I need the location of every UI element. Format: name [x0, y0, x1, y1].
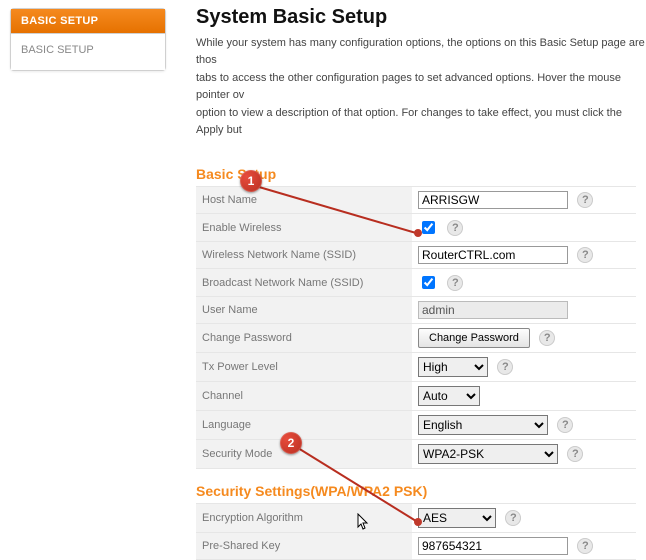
cursor-icon — [357, 513, 371, 536]
help-icon[interactable]: ? — [567, 446, 583, 462]
label-tx-power: Tx Power Level — [196, 353, 412, 382]
section-title-security: Security Settings(WPA/WPA2 PSK) — [196, 483, 646, 499]
callout-2: 2 — [280, 432, 302, 454]
label-broadcast-ssid: Broadcast Network Name (SSID) — [196, 269, 412, 297]
row-broadcast-ssid: Broadcast Network Name (SSID) ? — [196, 269, 636, 297]
callout-dot — [414, 518, 422, 526]
help-icon[interactable]: ? — [447, 275, 463, 291]
intro-line: While your system has many configuration… — [196, 35, 646, 68]
row-tx-power: Tx Power Level High ? — [196, 353, 636, 382]
tx-power-select[interactable]: High — [418, 357, 488, 377]
sidebar: BASIC SETUP BASIC SETUP — [10, 8, 166, 71]
label-language: Language — [196, 411, 412, 440]
label-user-name: User Name — [196, 297, 412, 324]
callout-1: 1 — [240, 170, 262, 192]
row-enable-wireless: Enable Wireless ? — [196, 214, 636, 242]
sidebar-item-basic-setup[interactable]: BASIC SETUP — [11, 34, 165, 70]
broadcast-ssid-checkbox[interactable] — [422, 276, 435, 289]
ssid-input[interactable] — [418, 246, 568, 264]
label-psk: Pre-Shared Key — [196, 533, 412, 560]
row-psk: Pre-Shared Key ? — [196, 533, 636, 560]
main-content: System Basic Setup While your system has… — [196, 6, 646, 560]
label-change-password: Change Password — [196, 324, 412, 353]
sidebar-tab-basic-setup[interactable]: BASIC SETUP — [11, 9, 165, 34]
row-host-name: Host Name ? — [196, 187, 636, 214]
label-enable-wireless: Enable Wireless — [196, 214, 412, 242]
row-change-password: Change Password Change Password ? — [196, 324, 636, 353]
row-ssid: Wireless Network Name (SSID) ? — [196, 242, 636, 269]
page-intro: While your system has many configuration… — [196, 35, 646, 138]
row-language: Language English ? — [196, 411, 636, 440]
channel-select[interactable]: Auto — [418, 386, 480, 406]
help-icon[interactable]: ? — [577, 192, 593, 208]
help-icon[interactable]: ? — [577, 247, 593, 263]
intro-line: option to view a description of that opt… — [196, 105, 646, 138]
label-encryption: Encryption Algorithm — [196, 504, 412, 533]
row-security-mode: Security Mode WPA2-PSK ? — [196, 440, 636, 469]
help-icon[interactable]: ? — [557, 417, 573, 433]
enable-wireless-checkbox[interactable] — [422, 221, 435, 234]
language-select[interactable]: English — [418, 415, 548, 435]
help-icon[interactable]: ? — [505, 510, 521, 526]
change-password-button[interactable]: Change Password — [418, 328, 530, 348]
help-icon[interactable]: ? — [577, 538, 593, 554]
intro-line: tabs to access the other configuration p… — [196, 70, 646, 103]
label-security-mode: Security Mode — [196, 440, 412, 469]
help-icon[interactable]: ? — [497, 359, 513, 375]
row-user-name: User Name — [196, 297, 636, 324]
security-mode-select[interactable]: WPA2-PSK — [418, 444, 558, 464]
encryption-select[interactable]: AES — [418, 508, 496, 528]
host-name-input[interactable] — [418, 191, 568, 209]
page-title: System Basic Setup — [196, 6, 646, 29]
row-channel: Channel Auto — [196, 382, 636, 411]
security-settings-table: Encryption Algorithm AES ? Pre-Shared Ke… — [196, 503, 636, 560]
label-channel: Channel — [196, 382, 412, 411]
psk-input[interactable] — [418, 537, 568, 555]
help-icon[interactable]: ? — [447, 220, 463, 236]
callout-dot — [414, 229, 422, 237]
label-host-name: Host Name — [196, 187, 412, 214]
label-ssid: Wireless Network Name (SSID) — [196, 242, 412, 269]
user-name-input — [418, 301, 568, 319]
help-icon[interactable]: ? — [539, 330, 555, 346]
section-title-basic: Basic Setup — [196, 166, 646, 182]
